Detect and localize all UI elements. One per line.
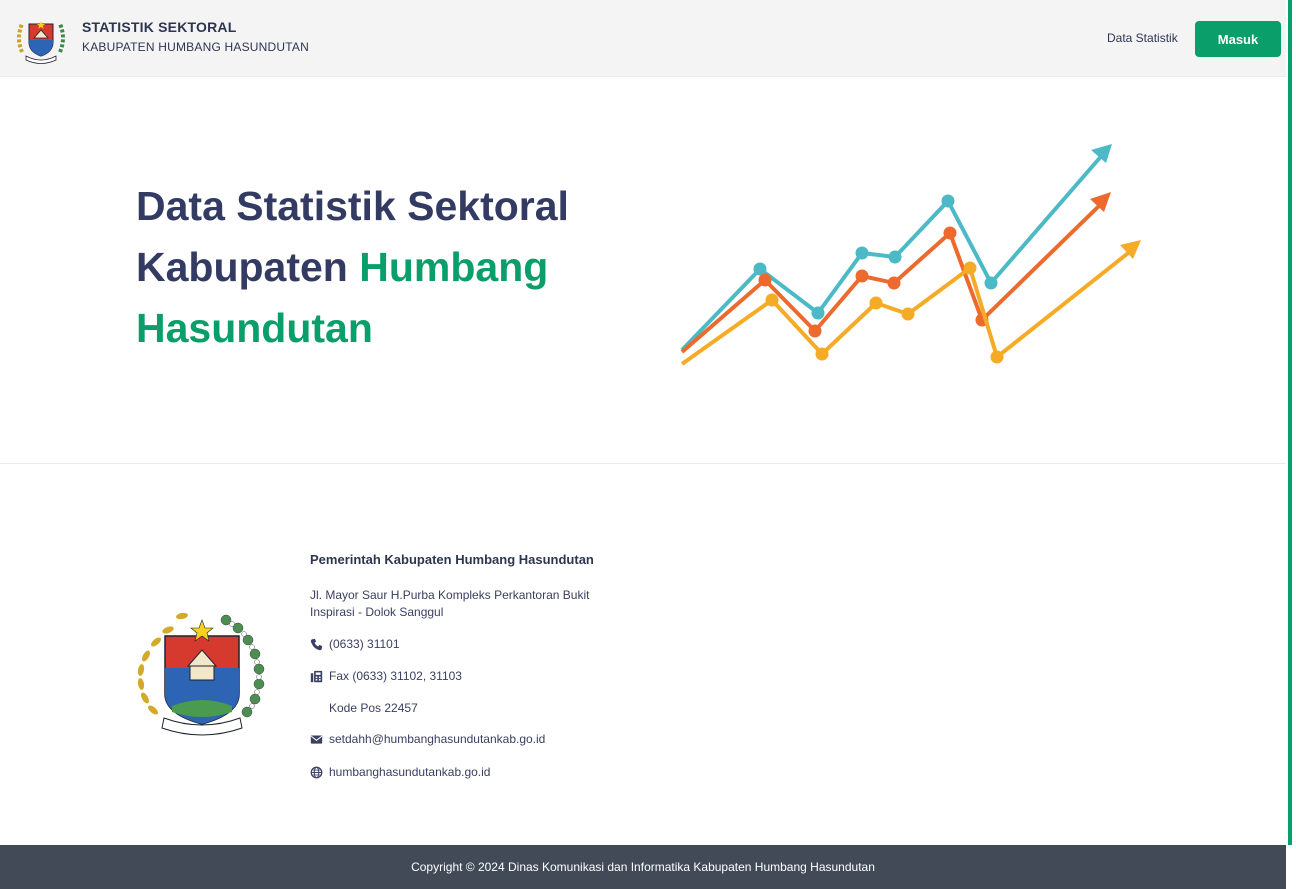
yellow-point [963, 261, 977, 275]
hero-line-1: Data Statistik Sektoral [136, 183, 569, 229]
header: STATISTIK SEKTORAL KABUPATEN HUMBANG HAS… [0, 0, 1286, 77]
yellow-point [765, 293, 779, 307]
email-address[interactable]: setdahh@humbanghasundutankab.go.id [329, 732, 545, 746]
teal-arrow-head [1091, 144, 1112, 163]
yellow-point [901, 307, 915, 321]
website-link[interactable]: humbanghasundutankab.go.id [329, 765, 490, 779]
orange-point [855, 269, 869, 283]
site-subtitle: KABUPATEN HUMBANG HASUNDUTAN [82, 40, 309, 54]
yellow-point [990, 350, 1004, 364]
email-row: setdahh@humbanghasundutankab.go.id [310, 732, 545, 746]
page: STATISTIK SEKTORAL KABUPATEN HUMBANG HAS… [0, 0, 1296, 889]
copyright-text: Copyright © 2024 Dinas Komunikasi dan In… [411, 860, 875, 874]
yellow-point [815, 347, 829, 361]
login-button[interactable]: Masuk [1195, 21, 1281, 57]
org-name: Pemerintah Kabupaten Humbang Hasundutan [310, 552, 594, 567]
fax-row: Fax (0633) 31102, 31103 [310, 669, 462, 683]
teal-point [811, 306, 825, 320]
postal-row: Kode Pos 22457 [329, 701, 418, 715]
phone-number: (0633) 31101 [329, 637, 400, 651]
hero-title: Data Statistik Sektoral Kabupaten Humban… [136, 176, 569, 359]
teal-point [941, 194, 955, 208]
phone-icon [310, 638, 323, 650]
orange-point [887, 276, 901, 290]
hero-line-3-accent: Hasundutan [136, 305, 373, 351]
phone-row: (0633) 31101 [310, 637, 400, 651]
teal-point [855, 246, 869, 260]
scrollbar[interactable] [1288, 0, 1292, 845]
site-title: STATISTIK SEKTORAL [82, 19, 237, 35]
copyright-bar: Copyright © 2024 Dinas Komunikasi dan In… [0, 845, 1286, 889]
trend-chart-illustration [680, 144, 1141, 366]
hero-line-2: Kabupaten Humbang [136, 237, 569, 298]
hero-line-2-accent: Humbang [359, 244, 549, 290]
orange-point [943, 226, 957, 240]
fax-number: Fax (0633) 31102, 31103 [329, 669, 462, 683]
teal-point [984, 276, 998, 290]
yellow-point [869, 296, 883, 310]
website-row: humbanghasundutankab.go.id [310, 765, 490, 779]
section-divider [0, 463, 1286, 464]
globe-icon [310, 766, 323, 778]
orange-point [758, 273, 772, 287]
regency-emblem [137, 612, 265, 736]
nav-data-statistik[interactable]: Data Statistik [1107, 31, 1178, 45]
hero-line-2-text: Kabupaten [136, 244, 360, 290]
yellow-trend-line [680, 248, 1134, 366]
postal-code: Kode Pos 22457 [329, 701, 418, 715]
address: Jl. Mayor Saur H.Purba Kompleks Perkanto… [310, 588, 590, 619]
teal-point [888, 250, 902, 264]
orange-point [808, 324, 822, 338]
regency-logo[interactable] [14, 12, 68, 66]
fax-icon [310, 670, 323, 682]
envelope-icon [310, 734, 323, 744]
